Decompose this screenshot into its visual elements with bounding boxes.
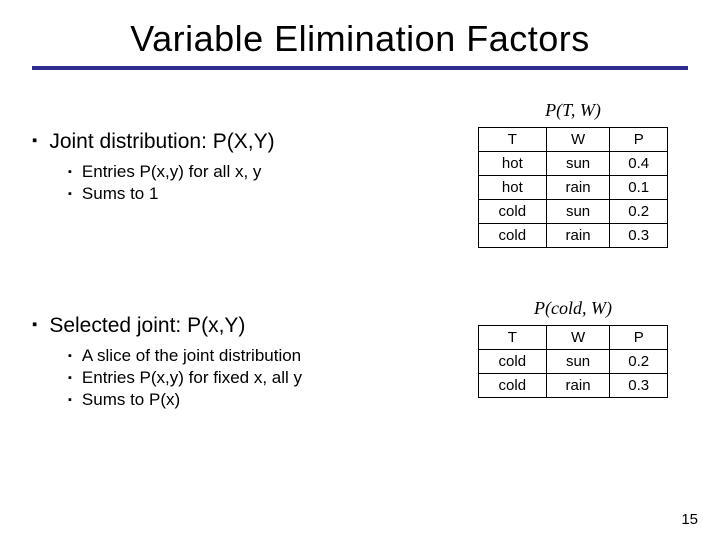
content-row: Joint distribution: P(X,Y) Entries P(x,y… [32,90,688,450]
td: hot [479,176,547,200]
th: W [546,128,610,152]
table-row: cold sun 0.2 [479,200,668,224]
td: cold [479,224,547,248]
td: rain [546,176,610,200]
page-title: Variable Elimination Factors [32,18,688,60]
list-item: Entries P(x,y) for fixed x, all y [68,368,438,388]
td: rain [546,224,610,248]
td: 0.2 [610,200,668,224]
table-joint: T W P hot sun 0.4 hot rain 0.1 cold sun [478,127,668,248]
td: 0.3 [610,374,668,398]
table-row: T W P [479,128,668,152]
td: sun [546,152,610,176]
list-item: A slice of the joint distribution [68,346,438,366]
table-row: hot sun 0.4 [479,152,668,176]
section-1-list: Entries P(x,y) for all x, y Sums to 1 [32,162,438,204]
slide: Variable Elimination Factors Joint distr… [0,0,720,540]
td: sun [546,200,610,224]
section-head-1-text: Joint distribution: P(X,Y) [49,130,274,154]
td: hot [479,152,547,176]
table-row: T W P [479,326,668,350]
td: sun [546,350,610,374]
section-2-list: A slice of the joint distribution Entrie… [32,346,438,410]
section-head-2: Selected joint: P(x,Y) [32,314,438,338]
formula-2: P(cold, W) [534,298,612,319]
title-rule [32,66,688,70]
td: cold [479,374,547,398]
th: W [546,326,610,350]
formula-1: P(T, W) [545,100,601,121]
list-item: Sums to P(x) [68,390,438,410]
td: 0.1 [610,176,668,200]
section-head-1: Joint distribution: P(X,Y) [32,130,438,154]
table-selected: T W P cold sun 0.2 cold rain 0.3 [478,325,668,398]
table-row: cold rain 0.3 [479,224,668,248]
td: 0.4 [610,152,668,176]
td: cold [479,350,547,374]
list-item: Sums to 1 [68,184,438,204]
td: 0.3 [610,224,668,248]
table-row: hot rain 0.1 [479,176,668,200]
th: P [610,128,668,152]
td: cold [479,200,547,224]
left-column: Joint distribution: P(X,Y) Entries P(x,y… [32,90,438,450]
table-row: cold rain 0.3 [479,374,668,398]
list-item: Entries P(x,y) for all x, y [68,162,438,182]
page-number: 15 [681,511,698,528]
td: rain [546,374,610,398]
th: P [610,326,668,350]
right-column: P(T, W) T W P hot sun 0.4 hot rain 0.1 [458,90,688,450]
section-head-2-text: Selected joint: P(x,Y) [49,314,245,338]
table-row: cold sun 0.2 [479,350,668,374]
th: T [479,326,547,350]
th: T [479,128,547,152]
td: 0.2 [610,350,668,374]
